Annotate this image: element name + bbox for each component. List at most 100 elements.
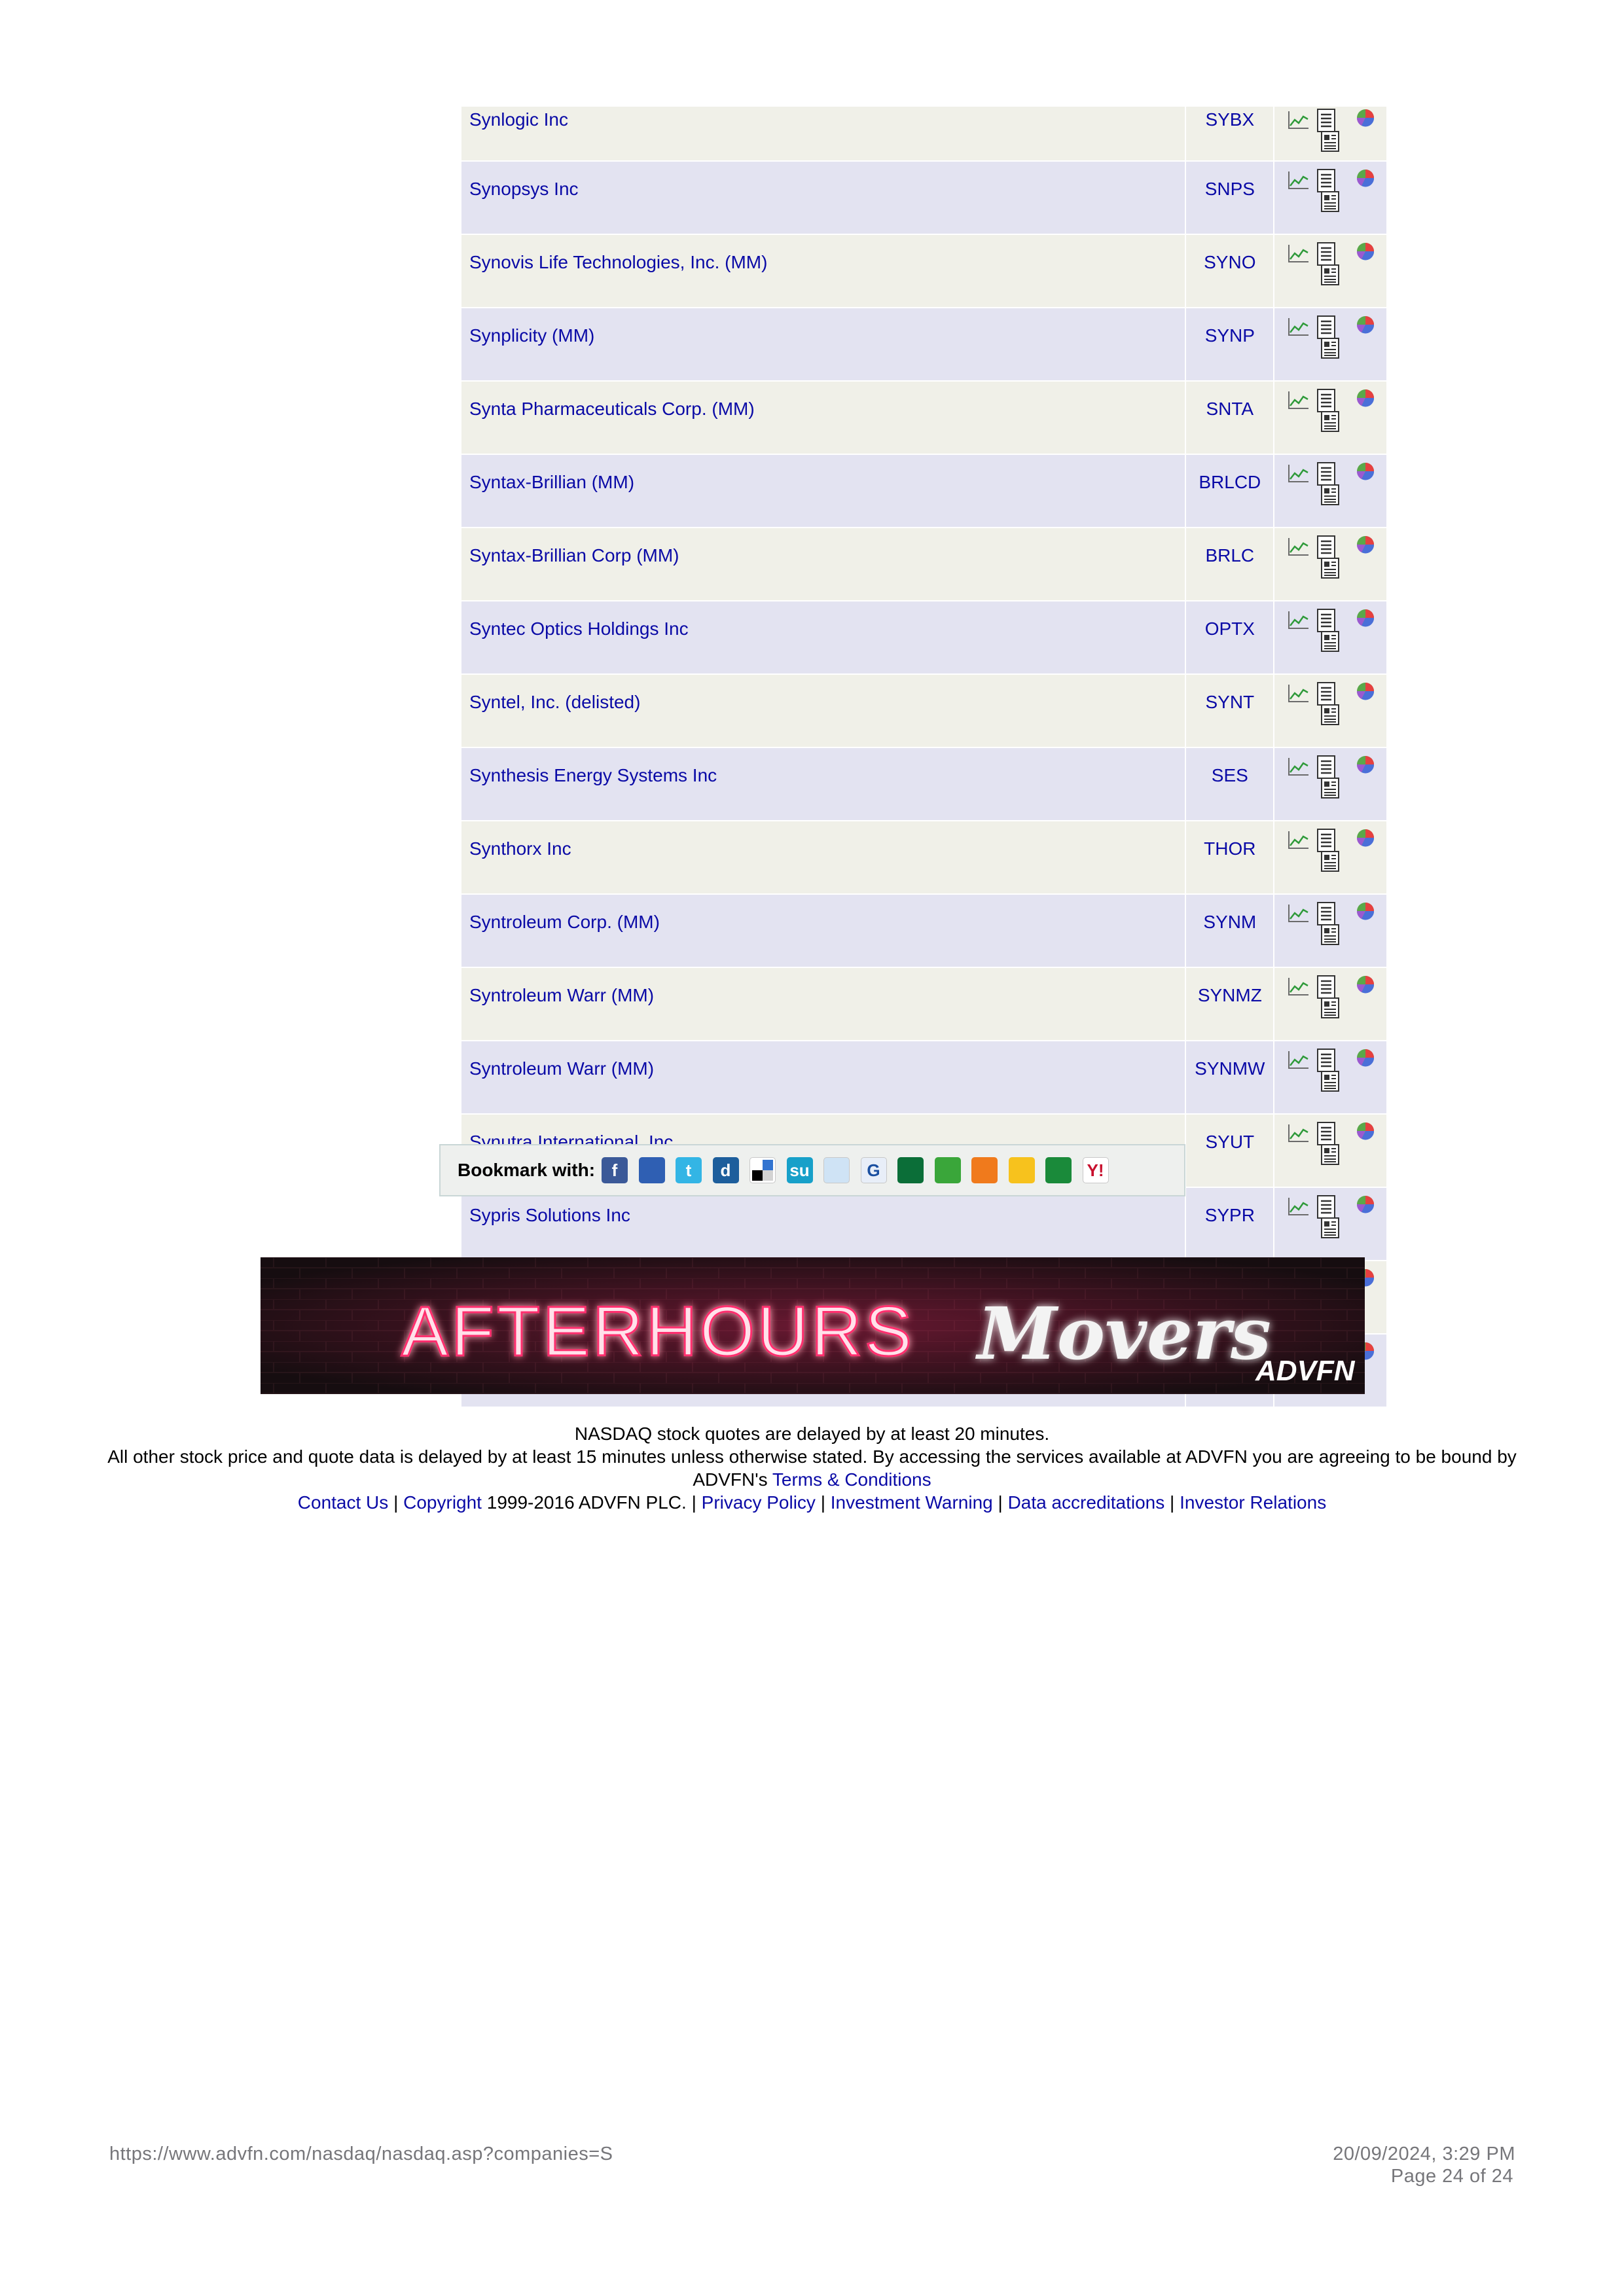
news-icon[interactable] <box>1320 337 1340 359</box>
company-symbol-link[interactable]: BRLCD <box>1199 472 1261 492</box>
company-name-link[interactable]: Synovis Life Technologies, Inc. (MM) <box>469 252 767 272</box>
company-name-link[interactable]: Syntax-Brillian Corp (MM) <box>469 545 679 565</box>
company-name-link[interactable]: Syntec Optics Holdings Inc <box>469 619 689 639</box>
company-symbol-link[interactable]: SYBX <box>1205 109 1254 130</box>
company-name-link[interactable]: Synthorx Inc <box>469 838 571 859</box>
quote-page-icon[interactable] <box>1316 681 1336 706</box>
chart-icon[interactable] <box>1288 683 1310 703</box>
news-icon[interactable] <box>1320 1070 1340 1092</box>
investment-warning-link[interactable]: Investment Warning <box>831 1492 993 1513</box>
pie-chart-icon[interactable] <box>1356 901 1375 921</box>
privacy-link[interactable]: Privacy Policy <box>702 1492 816 1513</box>
pie-chart-icon[interactable] <box>1356 681 1375 701</box>
quote-page-icon[interactable] <box>1316 242 1336 266</box>
company-symbol-link[interactable]: SNPS <box>1205 179 1255 199</box>
delicious-icon[interactable] <box>749 1157 776 1183</box>
quote-page-icon[interactable] <box>1316 828 1336 853</box>
quote-page-icon[interactable] <box>1316 608 1336 633</box>
news-icon[interactable] <box>1320 997 1340 1019</box>
quote-page-icon[interactable] <box>1316 975 1336 999</box>
company-symbol-link[interactable]: SYNMZ <box>1198 985 1262 1005</box>
company-symbol-link[interactable]: SYNP <box>1205 325 1255 346</box>
quote-page-icon[interactable] <box>1316 1194 1336 1219</box>
digg-icon[interactable]: d <box>712 1157 739 1183</box>
chart-icon[interactable] <box>1288 1123 1310 1143</box>
company-name-link[interactable]: Synlogic Inc <box>469 109 568 130</box>
company-name-link[interactable]: Synplicity (MM) <box>469 325 594 346</box>
news-icon[interactable] <box>1320 777 1340 799</box>
fark-icon[interactable] <box>971 1157 998 1183</box>
chart-icon[interactable] <box>1288 110 1310 130</box>
chart-icon[interactable] <box>1288 463 1310 483</box>
chart-icon[interactable] <box>1288 1196 1310 1216</box>
news-icon[interactable] <box>1320 484 1340 506</box>
copyright-link[interactable]: Copyright <box>403 1492 482 1513</box>
google-icon[interactable]: G <box>860 1157 887 1183</box>
news-icon[interactable] <box>1320 850 1340 872</box>
quote-page-icon[interactable] <box>1316 901 1336 926</box>
yahoo-icon[interactable]: Y! <box>1082 1157 1109 1183</box>
chart-icon[interactable] <box>1288 170 1310 190</box>
chart-icon[interactable] <box>1288 243 1310 263</box>
company-name-link[interactable]: Syntroleum Warr (MM) <box>469 1058 654 1079</box>
company-symbol-link[interactable]: SYPR <box>1205 1205 1255 1225</box>
quote-page-icon[interactable] <box>1316 1121 1336 1146</box>
company-name-link[interactable]: Syntroleum Warr (MM) <box>469 985 654 1005</box>
company-symbol-link[interactable]: THOR <box>1204 838 1255 859</box>
afterhours-movers-banner[interactable]: AFTERHOURS Movers ADVFN <box>261 1257 1365 1394</box>
news-icon[interactable] <box>1320 264 1340 286</box>
company-symbol-link[interactable]: SYUT <box>1205 1132 1254 1152</box>
buzz-icon[interactable] <box>934 1157 961 1183</box>
company-symbol-link[interactable]: BRLC <box>1205 545 1254 565</box>
company-symbol-link[interactable]: OPTX <box>1205 619 1255 639</box>
news-icon[interactable] <box>1320 704 1340 726</box>
technorati-icon[interactable] <box>1045 1157 1072 1183</box>
pie-chart-icon[interactable] <box>1356 168 1375 188</box>
quote-page-icon[interactable] <box>1316 108 1336 133</box>
pie-chart-icon[interactable] <box>1356 461 1375 481</box>
pie-chart-icon[interactable] <box>1356 1194 1375 1214</box>
news-icon[interactable] <box>1320 630 1340 653</box>
chart-icon[interactable] <box>1288 757 1310 776</box>
contact-link[interactable]: Contact Us <box>298 1492 389 1513</box>
quote-page-icon[interactable] <box>1316 755 1336 780</box>
news-icon[interactable] <box>1320 1143 1340 1166</box>
quote-page-icon[interactable] <box>1316 1048 1336 1073</box>
terms-link[interactable]: Terms & Conditions <box>772 1469 931 1490</box>
company-symbol-link[interactable]: SES <box>1212 765 1248 785</box>
quote-page-icon[interactable] <box>1316 315 1336 340</box>
facebook-icon[interactable]: f <box>602 1157 628 1183</box>
data-accreditations-link[interactable]: Data accreditations <box>1008 1492 1165 1513</box>
company-symbol-link[interactable]: SNTA <box>1206 399 1254 419</box>
investor-relations-link[interactable]: Investor Relations <box>1180 1492 1326 1513</box>
pie-chart-icon[interactable] <box>1356 1048 1375 1067</box>
newsvine-icon[interactable] <box>897 1157 924 1183</box>
quote-page-icon[interactable] <box>1316 168 1336 193</box>
quote-page-icon[interactable] <box>1316 535 1336 560</box>
pie-chart-icon[interactable] <box>1356 315 1375 334</box>
company-name-link[interactable]: Synopsys Inc <box>469 179 579 199</box>
chart-icon[interactable] <box>1288 390 1310 410</box>
chart-icon[interactable] <box>1288 317 1310 336</box>
chart-icon[interactable] <box>1288 903 1310 923</box>
company-symbol-link[interactable]: SYNO <box>1204 252 1255 272</box>
quote-page-icon[interactable] <box>1316 388 1336 413</box>
quote-page-icon[interactable] <box>1316 461 1336 486</box>
company-name-link[interactable]: Sypris Solutions Inc <box>469 1205 630 1225</box>
news-icon[interactable] <box>1320 190 1340 213</box>
reddit-icon[interactable] <box>823 1157 850 1183</box>
chart-icon[interactable] <box>1288 537 1310 556</box>
aim-icon[interactable] <box>1008 1157 1035 1183</box>
chart-icon[interactable] <box>1288 1050 1310 1069</box>
pie-chart-icon[interactable] <box>1356 388 1375 408</box>
pie-chart-icon[interactable] <box>1356 108 1375 128</box>
pie-chart-icon[interactable] <box>1356 1121 1375 1141</box>
stumbleupon-icon[interactable]: su <box>786 1157 813 1183</box>
news-icon[interactable] <box>1320 924 1340 946</box>
pie-chart-icon[interactable] <box>1356 755 1375 774</box>
company-symbol-link[interactable]: SYNMW <box>1195 1058 1265 1079</box>
pie-chart-icon[interactable] <box>1356 975 1375 994</box>
pie-chart-icon[interactable] <box>1356 828 1375 848</box>
pie-chart-icon[interactable] <box>1356 608 1375 628</box>
company-name-link[interactable]: Syntax-Brillian (MM) <box>469 472 634 492</box>
